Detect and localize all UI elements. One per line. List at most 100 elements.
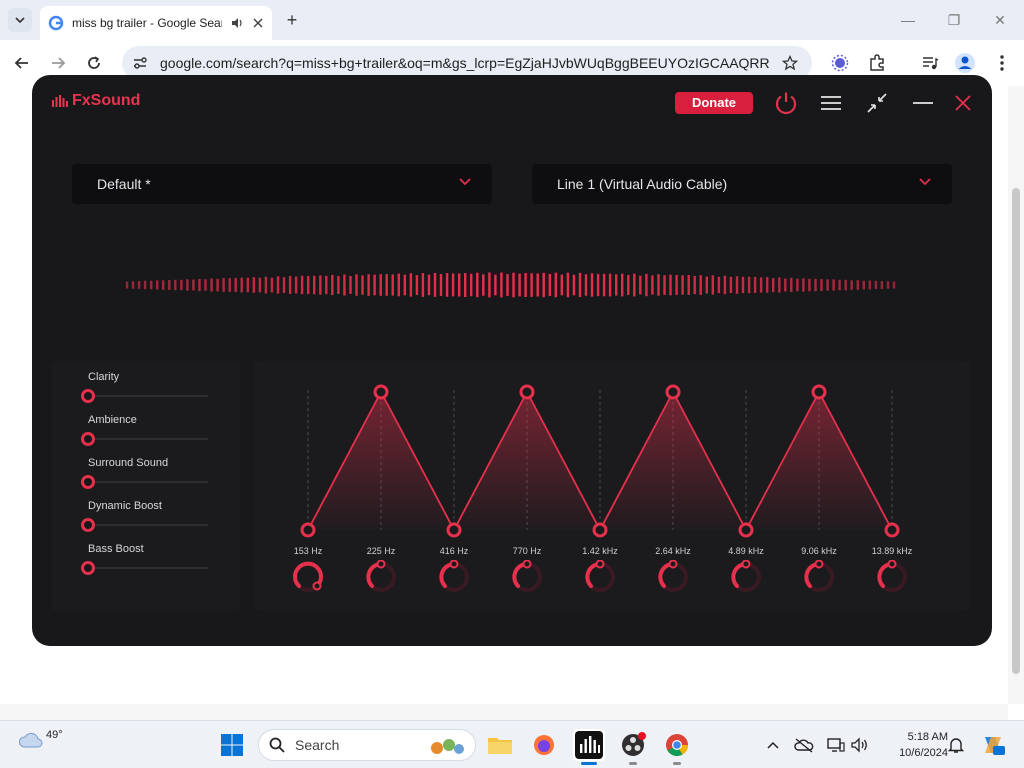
fxsound-taskbar-icon[interactable] [573,729,605,765]
visualizer-bar [796,278,799,292]
effect-slider-track[interactable] [86,481,208,483]
visualizer-bar [687,275,690,295]
visualizer-bar [137,281,141,289]
eq-band-handle[interactable] [592,522,608,538]
effect-slider-track[interactable] [86,524,208,526]
effect-slider-handle[interactable] [81,475,95,489]
extensions-puzzle-icon[interactable] [866,52,888,74]
effect-slider-track[interactable] [86,395,208,397]
eq-band-knob[interactable] [875,560,909,594]
close-app-button[interactable] [950,90,976,116]
effect-slider-track[interactable] [86,567,208,569]
visualizer-bar [421,273,425,297]
visualizer-bar [747,276,751,294]
page-vertical-scrollbar[interactable] [1008,86,1024,704]
notifications-bell-icon[interactable] [946,735,966,755]
eq-band-knob[interactable] [583,560,617,594]
new-tab-button[interactable]: + [282,10,302,30]
visualizer-bar [669,274,672,296]
extension-icon[interactable] [829,52,851,74]
effect-slider-handle[interactable] [81,432,95,446]
effect-label: Clarity [88,371,120,383]
eq-band-knob[interactable] [510,560,544,594]
eq-band-handle[interactable] [373,384,389,400]
visualizer-bar [300,275,304,295]
forward-button[interactable] [47,52,69,74]
volume-icon[interactable] [850,735,870,755]
eq-band-knob[interactable] [291,560,325,594]
eq-band-handle[interactable] [300,522,316,538]
visualizer-bar [174,279,177,291]
visualizer-bar [693,275,696,295]
eq-band-handle[interactable] [665,384,681,400]
search-highlight-icon [431,739,464,754]
file-explorer-icon[interactable] [484,729,516,761]
close-window-button[interactable]: ✕ [988,8,1012,32]
start-button[interactable] [220,733,244,757]
weather-widget[interactable]: 49° [18,729,63,749]
restore-window-button[interactable]: ❐ [942,8,966,32]
cloud-icon [18,732,43,748]
eq-band-handle[interactable] [446,522,462,538]
clock[interactable]: 5:18 AM 10/6/2024 [880,729,948,761]
copilot-icon[interactable] [980,735,1006,755]
menu-button[interactable] [818,90,844,116]
effect-slider-handle[interactable] [81,389,95,403]
tab-search-button[interactable] [8,8,32,32]
visualizer-bar [790,277,793,293]
profile-avatar[interactable] [954,52,976,74]
fxsound-window: FxSound Donate Default * Line 1 (Virtual… [32,75,992,646]
site-info-icon[interactable] [132,55,148,71]
visualizer-bar [168,280,171,290]
minimize-icon [913,102,933,104]
visualizer-bar [349,276,352,294]
browser-menu-icon[interactable] [991,52,1013,74]
visualizer-bar [548,274,551,296]
taskbar-search[interactable]: Search [258,729,476,761]
eq-band-knob[interactable] [802,560,836,594]
chrome-icon[interactable] [661,729,693,765]
visualizer-bar [741,276,745,294]
effect-slider-row: Dynamic Boost [52,500,240,540]
speaker-icon[interactable] [230,16,244,30]
visualizer-bar [186,279,189,291]
back-button[interactable] [11,52,33,74]
eq-band-handle[interactable] [519,384,535,400]
close-tab-icon[interactable] [252,17,264,29]
bookmark-star-icon[interactable] [782,55,798,71]
eq-band-handle[interactable] [811,384,827,400]
effect-slider-track[interactable] [86,438,208,440]
visualizer-bar [627,275,630,295]
media-control-icon[interactable] [919,52,941,74]
onedrive-offline-icon[interactable] [794,735,814,755]
firefox-icon[interactable] [528,729,560,761]
eq-band-knob[interactable] [729,560,763,594]
page-horizontal-scrollbar[interactable] [0,704,1008,720]
donate-button[interactable]: Donate [675,92,753,114]
effect-slider-handle[interactable] [81,561,95,575]
visualizer-bar [675,275,678,295]
show-hidden-icons-chevron-up-icon[interactable] [763,735,783,755]
visualizer-bar [814,278,817,292]
eq-band-knob[interactable] [437,560,471,594]
visualizer-bar [784,278,787,292]
eq-band-handle[interactable] [884,522,900,538]
output-device-dropdown[interactable]: Line 1 (Virtual Audio Cable) [532,164,952,204]
eq-band-knob[interactable] [364,560,398,594]
obs-studio-icon[interactable] [617,729,649,765]
minimize-window-button[interactable]: — [896,8,920,32]
preset-dropdown[interactable]: Default * [72,164,492,204]
eq-band-handle[interactable] [738,522,754,538]
visualizer-bar [832,279,835,291]
effect-slider-handle[interactable] [81,518,95,532]
visualizer-bar [331,274,334,296]
compact-mode-button[interactable] [864,90,890,116]
reload-button[interactable] [83,52,105,74]
visualizer-bar [379,274,382,296]
network-icon[interactable] [826,735,846,755]
browser-tab[interactable]: miss bg trailer - Google Search [40,6,272,40]
power-button[interactable] [773,90,799,116]
scroll-thumb[interactable] [1012,188,1020,674]
minimize-app-button[interactable] [910,90,936,116]
eq-band-knob[interactable] [656,560,690,594]
